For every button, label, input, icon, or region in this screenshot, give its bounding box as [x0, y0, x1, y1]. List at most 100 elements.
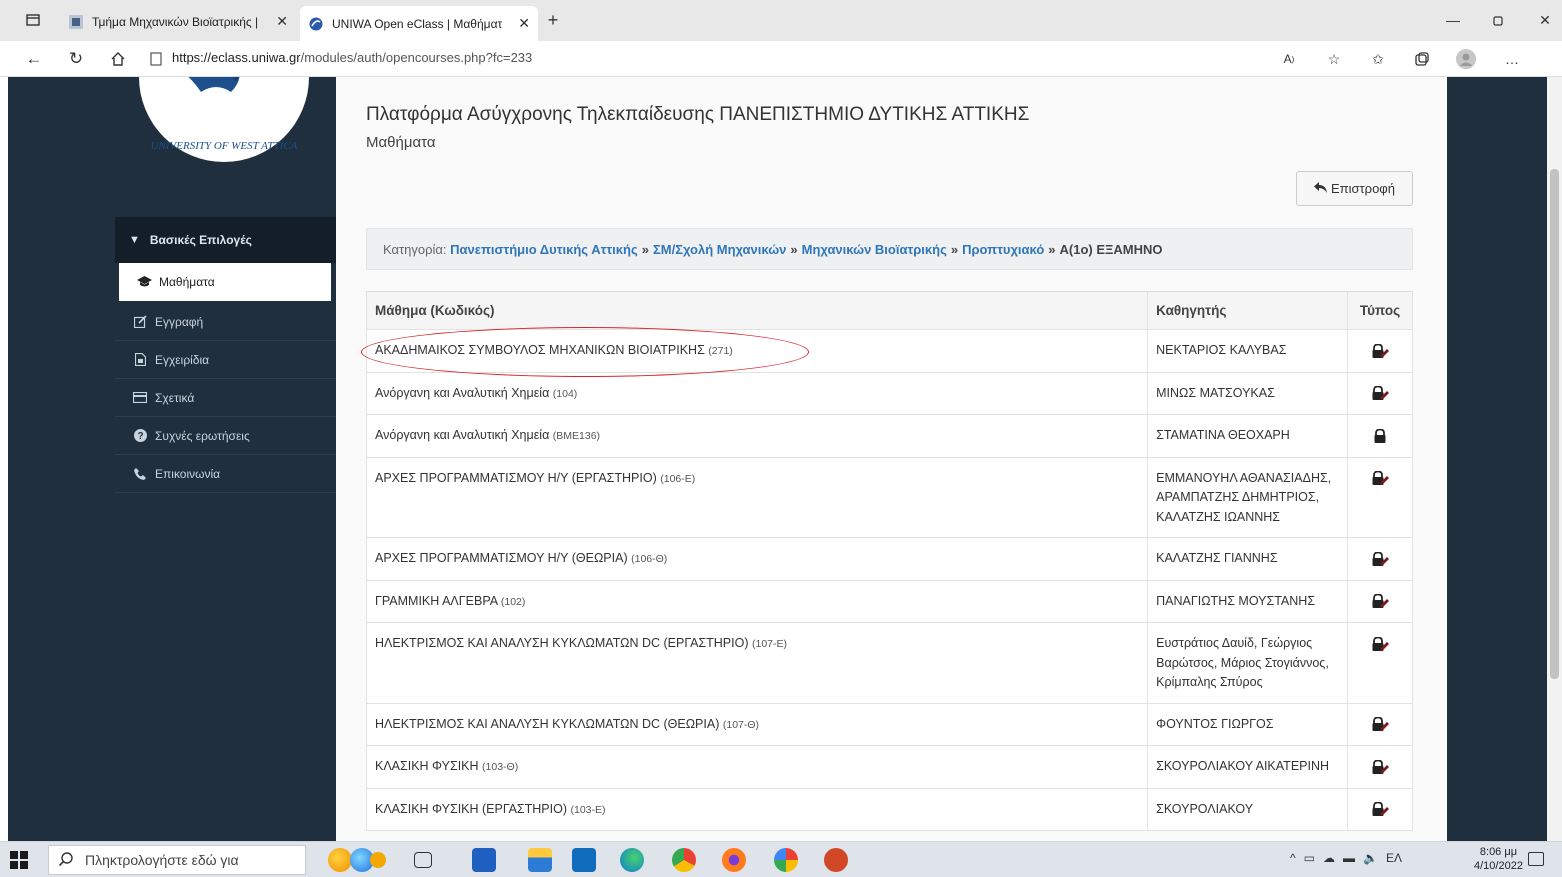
powerpoint-icon[interactable]	[824, 848, 848, 872]
course-link[interactable]: Ανόργανη και Αναλυτική Χημεία	[375, 428, 549, 442]
course-code: (106-Ε)	[660, 472, 696, 485]
type-cell	[1347, 537, 1413, 581]
close-window-icon[interactable]: ✕	[1532, 8, 1558, 32]
page-scrollbar[interactable]	[1547, 77, 1562, 841]
favorites-icon[interactable]: ✩	[1366, 48, 1390, 70]
breadcrumb-link-university[interactable]: Πανεπιστήμιο Δυτικής Αττικής	[450, 242, 638, 257]
chrome-icon[interactable]	[672, 848, 696, 872]
tab-biomedical[interactable]: Τμήμα Μηχανικών Βιοϊατρικής | ✕	[60, 6, 296, 37]
close-tab-icon[interactable]: ✕	[518, 15, 530, 32]
home-icon[interactable]	[106, 47, 130, 71]
type-cell	[1347, 371, 1413, 415]
chevron-up-icon[interactable]: ^	[1290, 851, 1296, 865]
add-favorite-icon[interactable]: ☆	[1322, 48, 1346, 70]
app-store-icon[interactable]	[472, 848, 496, 872]
graduation-cap-icon	[135, 276, 153, 288]
course-link[interactable]: ΗΛΕΚΤΡΙΣΜΟΣ ΚΑΙ ΑΝΑΛΥΣΗ ΚΥΚΛΩΜΑΤΩΝ DC (Θ…	[375, 717, 719, 731]
file-explorer-icon[interactable]	[528, 848, 552, 872]
sidebar-item-about[interactable]: Σχετικά	[115, 379, 336, 417]
table-row[interactable]: ΚΛΑΣΙΚΗ ΦΥΣΙΚΗ (ΕΡΓΑΣΤΗΡΙΟ) (103-Ε) ΣΚΟΥΡ…	[365, 787, 1413, 831]
taskbar-search-box[interactable]: Πληκτρολογήστε εδώ για	[48, 845, 306, 875]
url-field[interactable]: https://eclass.uniwa.gr/modules/auth/ope…	[172, 50, 532, 65]
type-cell	[1347, 456, 1413, 538]
task-view-icon[interactable]	[414, 852, 432, 868]
tab-actions-icon[interactable]	[20, 8, 46, 32]
teacher-cell: ΣΚΟΥΡΟΛΙΑΚΟΥ ΑΙΚΑΤΕΡΙΝΗ	[1147, 745, 1348, 789]
sidebar-item-register[interactable]: Εγγραφή	[115, 303, 336, 341]
close-tab-icon[interactable]: ✕	[276, 13, 288, 30]
table-row[interactable]: ΚΛΑΣΙΚΗ ΦΥΣΙΚΗ (103-Θ) ΣΚΟΥΡΟΛΙΑΚΟΥ ΑΙΚΑΤ…	[365, 745, 1413, 789]
new-tab-icon[interactable]: +	[540, 8, 566, 32]
read-aloud-icon[interactable]: A)	[1277, 48, 1301, 70]
profile-avatar-icon[interactable]	[1454, 48, 1478, 70]
sidebar-item-contact[interactable]: Επικοινωνία	[115, 455, 336, 493]
course-code: (103-Ε)	[570, 803, 606, 816]
table-row[interactable]: Ανόργανη και Αναλυτική Χημεία (BME136) ΣΤ…	[365, 414, 1413, 458]
course-code: (102)	[500, 595, 526, 608]
firefox-icon[interactable]	[722, 848, 746, 872]
breadcrumb-link-undergraduate[interactable]: Προπτυχιακό	[962, 242, 1044, 257]
university-logo[interactable]: UNIVERSITY OF WEST ATTICA	[136, 77, 312, 169]
page-info-icon[interactable]	[144, 47, 168, 71]
course-cell: ΑΡΧΕΣ ΠΡΟΓΡΑΜΜΑΤΙΣΜΟΥ Η/Υ (ΘΕΩΡΙΑ) (106-…	[365, 537, 1149, 581]
back-arrow-icon[interactable]: ←	[22, 47, 46, 71]
sidebar-item-courses[interactable]: Μαθήματα	[119, 263, 331, 301]
minimize-icon[interactable]: —	[1440, 8, 1466, 32]
tab-label: UNIWA Open eClass | Μαθήματ	[332, 16, 503, 31]
table-row[interactable]: ΑΡΧΕΣ ΠΡΟΓΡΑΜΜΑΤΙΣΜΟΥ Η/Υ (ΘΕΩΡΙΑ) (106-…	[365, 537, 1413, 581]
course-link[interactable]: ΓΡΑΜΜΙΚΗ ΑΛΓΕΒΡΑ	[375, 594, 497, 608]
course-link[interactable]: ΑΚΑΔΗΜΑΙΚΟΣ ΣΥΜΒΟΥΛΟΣ ΜΗΧΑΝΙΚΩΝ ΒΙΟΙΑΤΡΙ…	[375, 343, 705, 357]
taskbar-clock[interactable]: 8:06 μμ 4/10/2022	[1474, 845, 1523, 873]
network-icon[interactable]: ▭	[1304, 851, 1315, 865]
clock-date: 4/10/2022	[1474, 860, 1523, 872]
google-app-icon[interactable]	[774, 848, 798, 872]
breadcrumb: Κατηγορία: Πανεπιστήμιο Δυτικής Αττικής …	[366, 228, 1413, 270]
breadcrumb-link-school[interactable]: ΣΜ/Σχολή Μηχανικών	[653, 242, 786, 257]
sidebar-item-faq[interactable]: ? Συχνές ερωτήσεις	[115, 417, 336, 455]
table-row[interactable]: Ανόργανη και Αναλυτική Χημεία (104) ΜΙΝΩΣ…	[365, 371, 1413, 415]
table-row[interactable]: ΗΛΕΚΤΡΙΣΜΟΣ ΚΑΙ ΑΝΑΛΥΣΗ ΚΥΚΛΩΜΑΤΩΝ DC (Ε…	[365, 622, 1413, 704]
sidebar-section-header[interactable]: ▼ Βασικές Επιλογές	[115, 217, 336, 263]
search-icon	[58, 851, 73, 869]
mail-icon[interactable]	[572, 848, 596, 872]
lock-pencil-icon	[1371, 470, 1389, 486]
lock-pencil-icon	[1371, 636, 1389, 651]
more-options-icon[interactable]: …	[1500, 48, 1524, 70]
sidebar-item-manuals[interactable]: Εγχειρίδια	[115, 341, 336, 379]
edge-browser-icon[interactable]	[620, 848, 644, 872]
course-link[interactable]: ΑΡΧΕΣ ΠΡΟΓΡΑΜΜΑΤΙΣΜΟΥ Η/Υ (ΘΕΩΡΙΑ)	[375, 551, 628, 565]
language-indicator[interactable]: ΕΛ	[1386, 851, 1402, 865]
column-header-type[interactable]: Τύπος	[1347, 291, 1413, 330]
onedrive-cloud-icon[interactable]: ☁	[1323, 851, 1335, 865]
sidebar-item-label: Μαθήματα	[159, 275, 215, 289]
table-row[interactable]: ΑΡΧΕΣ ΠΡΟΓΡΑΜΜΑΤΙΣΜΟΥ Η/Υ (ΕΡΓΑΣΤΗΡΙΟ) (…	[365, 456, 1413, 538]
weather-widget-icon[interactable]	[328, 848, 352, 872]
table-row[interactable]: ΓΡΑΜΜΙΚΗ ΑΛΓΕΒΡΑ (102) ΠΑΝΑΓΙΩΤΗΣ ΜΟΥΣΤΑΝ…	[365, 579, 1413, 623]
tab-eclass[interactable]: UNIWA Open eClass | Μαθήματ ✕	[300, 6, 538, 41]
search-placeholder: Πληκτρολογήστε εδώ για	[85, 852, 239, 868]
column-header-course[interactable]: Μάθημα (Κωδικός)	[365, 291, 1149, 330]
battery-icon[interactable]: ▬	[1343, 851, 1355, 865]
breadcrumb-separator: »	[950, 241, 959, 257]
course-link[interactable]: ΚΛΑΣΙΚΗ ΦΥΣΙΚΗ (ΕΡΓΑΣΤΗΡΙΟ)	[375, 802, 567, 816]
course-link[interactable]: Ανόργανη και Αναλυτική Χημεία	[375, 386, 549, 400]
windows-start-icon[interactable]	[10, 851, 28, 869]
type-cell	[1347, 745, 1413, 789]
breadcrumb-link-department[interactable]: Μηχανικών Βιοϊατρικής	[802, 242, 947, 257]
notifications-icon[interactable]	[1528, 852, 1544, 866]
table-row[interactable]: ΗΛΕΚΤΡΙΣΜΟΣ ΚΑΙ ΑΝΑΛΥΣΗ ΚΥΚΛΩΜΑΤΩΝ DC (Θ…	[365, 702, 1413, 746]
course-link[interactable]: ΑΡΧΕΣ ΠΡΟΓΡΑΜΜΑΤΙΣΜΟΥ Η/Υ (ΕΡΓΑΣΤΗΡΙΟ)	[375, 471, 657, 485]
scrollbar-thumb[interactable]	[1550, 169, 1559, 679]
volume-icon[interactable]: 🔈	[1363, 851, 1378, 865]
table-row[interactable]: ΑΚΑΔΗΜΑΙΚΟΣ ΣΥΜΒΟΥΛΟΣ ΜΗΧΑΝΙΚΩΝ ΒΙΟΙΑΤΡΙ…	[365, 329, 1413, 373]
sun-icon[interactable]	[370, 852, 386, 868]
course-link[interactable]: ΚΛΑΣΙΚΗ ΦΥΣΙΚΗ	[375, 759, 479, 773]
collections-icon[interactable]	[1410, 48, 1434, 70]
restore-icon[interactable]	[1485, 8, 1511, 32]
teacher-cell: ΝΕΚΤΑΡΙΟΣ ΚΑΛΥΒΑΣ	[1147, 329, 1348, 373]
refresh-icon[interactable]: ↻	[64, 47, 88, 71]
course-link[interactable]: ΗΛΕΚΤΡΙΣΜΟΣ ΚΑΙ ΑΝΑΛΥΣΗ ΚΥΚΛΩΜΑΤΩΝ DC (Ε…	[375, 636, 749, 650]
clock-time: 8:06 μμ	[1479, 846, 1518, 858]
back-button[interactable]: Επιστροφή	[1296, 171, 1413, 206]
column-header-teacher[interactable]: Καθηγητής	[1147, 291, 1348, 330]
